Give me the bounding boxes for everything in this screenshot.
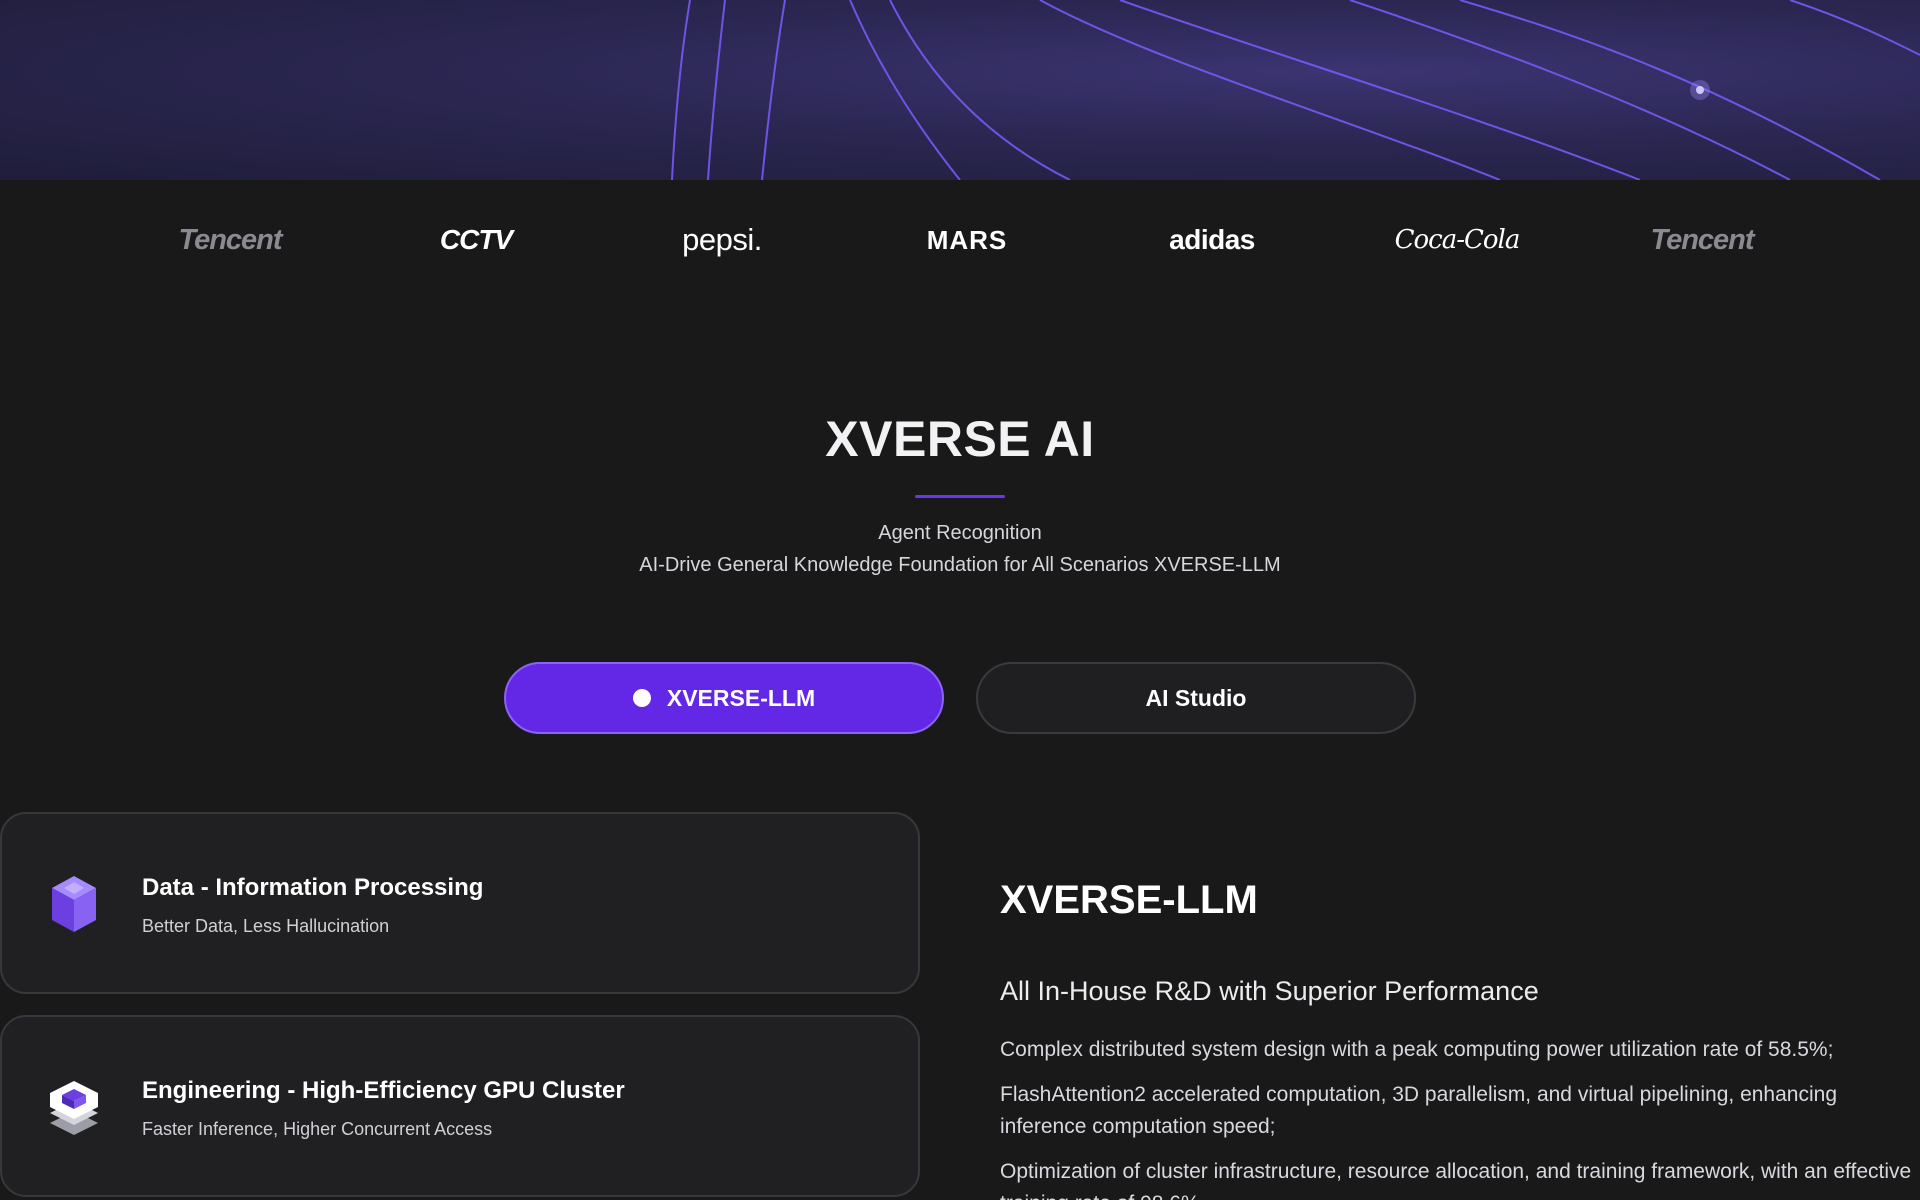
coca-cola-logo-text: Coca-Cola [1394, 225, 1521, 255]
cctv-logo-text: CCTV [439, 224, 513, 255]
tencent-logo-2-text: Tencent [1650, 223, 1754, 256]
feature-card-subtitle: Better Data, Less Hallucination [142, 916, 390, 936]
tencent-logo-2: Tencent [1602, 218, 1802, 262]
feature-card-engineering[interactable]: Engineering - High-Efficiency GPU Cluste… [0, 1015, 920, 1197]
adidas-logo-text: adidas [1169, 224, 1255, 255]
hero-banner [0, 0, 1920, 180]
feature-card-title: Data - Information Processing [142, 874, 484, 901]
tencent-logo: Tencent [130, 218, 330, 262]
section-title: XVERSE AI [825, 411, 1095, 467]
adidas-logo: adidas [1112, 218, 1312, 262]
detail-subtitle: All In-House R&D with Superior Performan… [1000, 976, 1539, 1006]
section-subtitle-line2: AI-Drive General Knowledge Foundation fo… [639, 554, 1281, 576]
detail-title: XVERSE-LLM [1000, 878, 1258, 922]
tab-xverse-llm-label: XVERSE-LLM [666, 684, 816, 711]
active-dot-icon [632, 689, 651, 707]
cctv-logo: CCTV [376, 218, 576, 262]
tab-ai-studio-label: AI Studio [1145, 684, 1247, 711]
title-underline [915, 495, 1005, 498]
hero-flow-lines [671, 0, 1920, 180]
partner-logo-strip: Tencent CCTV pepsi. MARS adidas Coca-Col… [0, 180, 1920, 300]
feature-card-subtitle: Faster Inference, Higher Concurrent Acce… [142, 1119, 493, 1139]
pepsi-logo-text: pepsi. [682, 222, 762, 257]
pepsi-logo: pepsi. [622, 218, 822, 262]
mars-logo-text: MARS [926, 224, 1008, 255]
tab-xverse-llm[interactable]: XVERSE-LLM [504, 662, 944, 734]
coca-cola-logo: Coca-Cola [1357, 218, 1557, 262]
tab-ai-studio[interactable]: AI Studio [976, 662, 1416, 734]
layer-stack-icon [40, 1069, 108, 1145]
feature-card-title: Engineering - High-Efficiency GPU Cluste… [142, 1077, 625, 1104]
feature-card-data[interactable]: Data - Information Processing Better Dat… [0, 812, 920, 994]
detail-paragraph: Optimization of cluster infrastructure, … [1000, 1160, 1912, 1200]
detail-paragraph: Complex distributed system design with a… [1000, 1038, 1834, 1061]
cube-stack-icon [40, 866, 108, 942]
section-subtitle-line1: Agent Recognition [878, 522, 1042, 544]
mars-logo: MARS [867, 218, 1067, 262]
detail-paragraph: FlashAttention2 accelerated computation,… [1000, 1083, 1837, 1138]
tencent-logo-text: Tencent [178, 223, 282, 256]
